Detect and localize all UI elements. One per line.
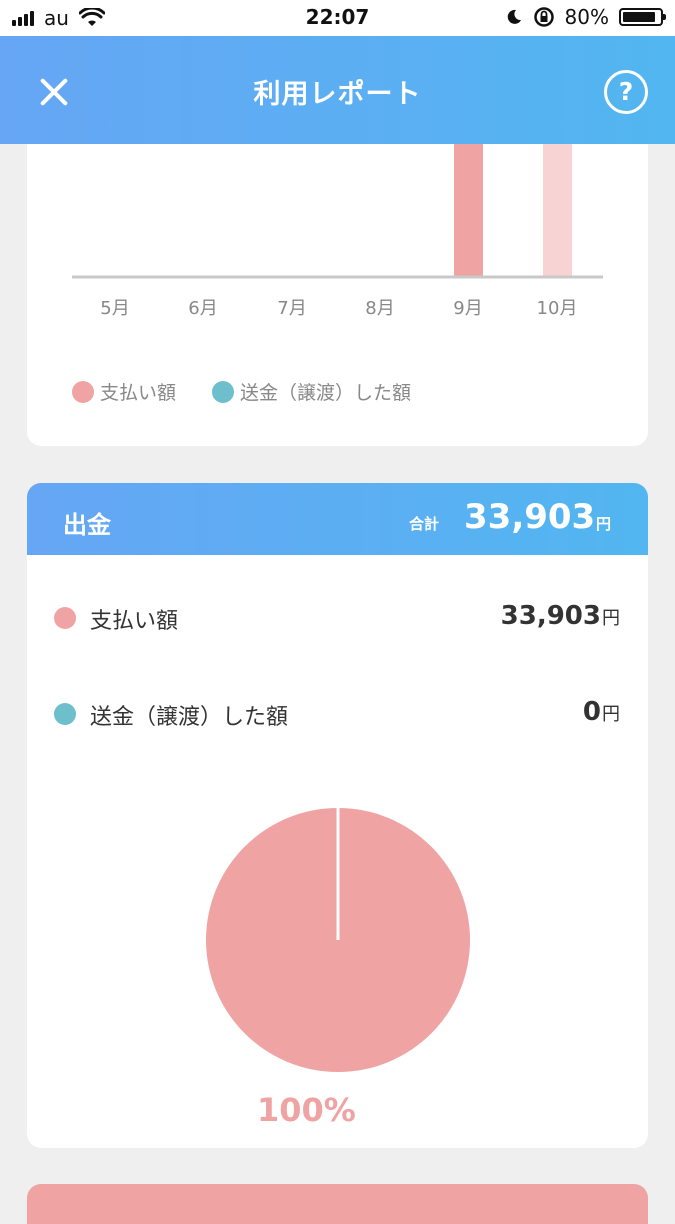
legend-item-transfer: 送金（譲渡）した額: [212, 378, 411, 405]
x-tick-label: 9月: [453, 298, 482, 319]
bar-10月: [543, 144, 572, 276]
bar-9月: [454, 144, 483, 276]
app-header: 利用レポート ?: [0, 36, 675, 144]
monthly-bar-chart: 5月 6月 7月 8月 9月 10月: [72, 144, 603, 319]
x-tick-label: 8月: [365, 298, 394, 319]
legend-label-payment: 支払い額: [100, 382, 177, 404]
pie-percent-label: 100%: [257, 1091, 356, 1129]
monthly-bar-chart-card: 5月 6月 7月 8月 9月 10月 支払い額 送金（譲渡）した額: [27, 144, 648, 446]
legend-label-transfer: 送金（譲渡）した額: [240, 382, 412, 404]
legend-dot-payment: [72, 380, 94, 403]
x-tick-label: 6月: [188, 298, 217, 319]
status-bar: au 22:07 80%: [0, 0, 675, 36]
battery-percent: 80%: [564, 5, 609, 29]
status-bar-right: 80%: [505, 5, 666, 29]
x-tick-label: 10月: [537, 298, 578, 319]
legend-item-payment: 支払い額: [72, 378, 176, 405]
help-button[interactable]: ?: [604, 70, 648, 114]
x-tick-label: 7月: [277, 298, 306, 319]
moon-icon: [507, 9, 521, 24]
battery-icon: [619, 8, 666, 26]
legend-dot-transfer: [212, 380, 235, 403]
page-title: 利用レポート: [253, 79, 422, 110]
withdrawal-card: 出金 合計 33,903 円 支払い額 33,903円 送金（譲渡）した額 0円…: [27, 483, 648, 1148]
rotation-lock-icon: [533, 7, 554, 27]
withdrawal-pie-chart: [206, 807, 470, 1072]
next-card: [27, 1184, 648, 1224]
chart-legend: 支払い額 送金（譲渡）した額: [72, 378, 447, 405]
x-tick-label: 5月: [100, 298, 129, 319]
